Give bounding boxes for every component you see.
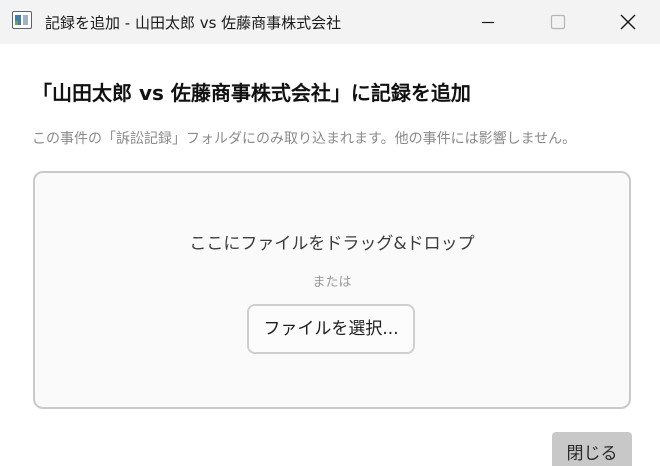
- or-label: または: [312, 275, 352, 290]
- file-drop-zone[interactable]: ここにファイルをドラッグ&ドロップ または ファイルを選択...: [33, 171, 631, 409]
- dialog-window: 記録を追加 - 山田太郎 vs 佐藤商事株式会社 「山田太郎 vs 佐藤商事株式…: [0, 0, 660, 466]
- select-file-button[interactable]: ファイルを選択...: [247, 304, 415, 354]
- maximize-button[interactable]: [530, 0, 586, 44]
- minimize-button[interactable]: [460, 0, 516, 44]
- app-window-icon: [12, 11, 32, 29]
- maximize-icon: [550, 14, 566, 30]
- close-dialog-button[interactable]: 閉じる: [552, 432, 632, 466]
- close-icon: [620, 14, 636, 30]
- window-close-button[interactable]: [600, 0, 656, 44]
- dialog-description: この事件の「訴訟記録」フォルダにのみ取り込まれます。他の事件には影響しません。: [32, 131, 577, 147]
- minimize-icon: [482, 21, 494, 24]
- drop-instruction: ここにファイルをドラッグ&ドロップ: [189, 234, 475, 254]
- title-bar[interactable]: 記録を追加 - 山田太郎 vs 佐藤商事株式会社: [0, 0, 660, 44]
- window-title: 記録を追加 - 山田太郎 vs 佐藤商事株式会社: [45, 14, 342, 32]
- dialog-heading: 「山田太郎 vs 佐藤商事株式会社」に記録を追加: [32, 81, 471, 105]
